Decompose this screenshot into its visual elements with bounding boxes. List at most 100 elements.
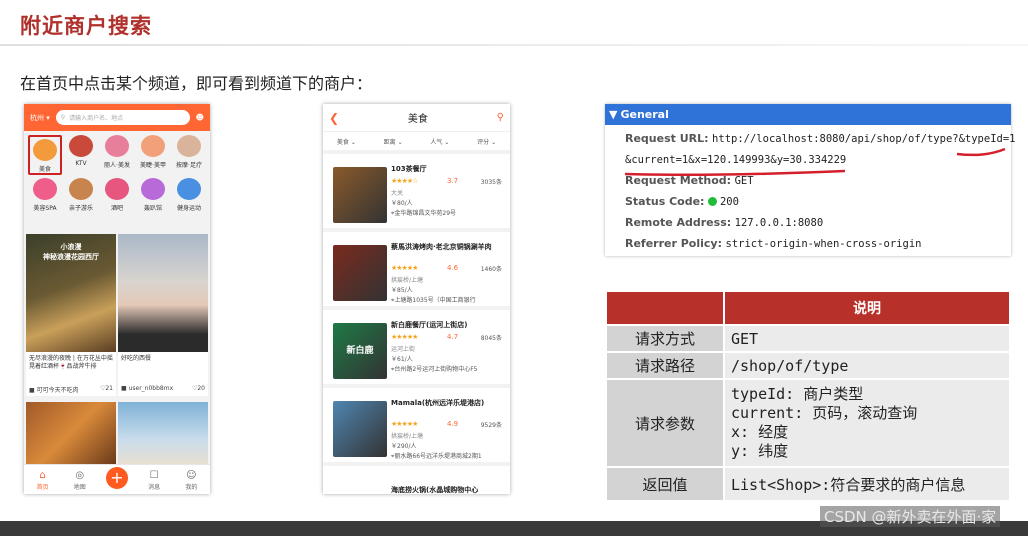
channel-label: 丽人·美发 xyxy=(104,162,130,169)
rating-stars-icon: ★★★★☆ xyxy=(391,177,418,185)
general-row-value: strict-origin-when-cross-origin xyxy=(725,238,922,250)
feed-card-author: 可可今天不吃肉 xyxy=(36,387,79,394)
shop-rating: 3.7 xyxy=(447,177,459,185)
message-icon: ☐ xyxy=(149,470,159,481)
city-label: 杭州 xyxy=(30,113,44,122)
slide: 附近商户搜索 在首页中点击某个频道，即可看到频道下的商户： 杭州 ▾ ⚲ 请输入… xyxy=(0,0,1028,536)
tab-label: 消息 xyxy=(148,484,161,491)
tab-message[interactable]: ☐ 消息 xyxy=(139,470,169,491)
feed-card[interactable]: 好吃的西餐 ■ user_n0bb8mx ♡20 xyxy=(118,234,208,396)
phone-shop-list-screen: ❮ 美食 ⚲ 美食 ⌄ 距离 ⌄ 人气 ⌄ 评分 ⌄ 103茶餐厅 ★★★★☆ 3.7 30… xyxy=(323,104,510,494)
shop-rating: 4.6 xyxy=(447,264,459,272)
shop-image xyxy=(333,167,387,223)
user-icon[interactable]: ☻ xyxy=(196,113,204,122)
api-spec-table: 说明 请求方式 GET 请求路径 /shop/of/type 请求参数 type… xyxy=(605,290,1011,502)
tab-plus[interactable]: + xyxy=(102,467,132,491)
channel-7[interactable]: 酒吧 xyxy=(100,178,134,212)
back-arrow-icon[interactable]: ❮ xyxy=(329,111,339,125)
feed-card[interactable] xyxy=(118,402,208,464)
general-row: &current=1&x=120.149993&y=30.334229 xyxy=(625,153,846,166)
feed-card[interactable] xyxy=(26,402,116,464)
search-icon[interactable]: ⚲ xyxy=(497,112,504,123)
filter-3[interactable]: 评分 ⌄ xyxy=(477,137,496,146)
shop-image: 新白鹿 xyxy=(333,323,387,379)
filter-1[interactable]: 距离 ⌄ xyxy=(384,137,403,146)
channel-icon xyxy=(33,178,57,200)
filter-2[interactable]: 人气 ⌄ xyxy=(430,137,449,146)
row-label-params: 请求参数 xyxy=(605,378,725,468)
param-typeId: typeId: 商户类型 xyxy=(731,385,864,403)
avatar: ■ xyxy=(29,387,35,394)
channel-icon xyxy=(177,178,201,200)
channel-2[interactable]: 丽人·美发 xyxy=(100,135,134,169)
row-label-path: 请求路径 xyxy=(605,351,725,380)
shop-rating: 4.7 xyxy=(447,333,459,341)
shop-price: ￥80/人 xyxy=(391,200,413,207)
channel-4[interactable]: 按摩·足疗 xyxy=(172,135,206,169)
channel-label: 美容SPA xyxy=(33,205,57,212)
shop-item[interactable]: Mamala(杭州远洋乐堤港店) ★★★★★ 4.9 9529条 拱宸桥/上塘 ￥290/… xyxy=(323,392,510,466)
shop-item[interactable]: 蔡馬洪涛烤肉·老北京铜锅涮羊肉 ★★★★★ 4.6 1460条 拱宸桥/上塘 ￥85/人 ⌖… xyxy=(323,236,510,310)
shop-area: 大关 xyxy=(391,190,404,197)
channel-1[interactable]: KTV xyxy=(64,135,98,167)
shop-address-text: 金华路锦昌文华苑29号 xyxy=(394,210,457,217)
profile-icon: ☺ xyxy=(186,470,197,481)
feed-card-likes: 21 xyxy=(105,385,113,392)
channel-icon xyxy=(105,135,129,157)
home-top-bar: 杭州 ▾ ⚲ 请输入商户名、地点 ☻ xyxy=(24,104,210,131)
tab-map[interactable]: ◎ 地图 xyxy=(65,470,95,491)
channel-8[interactable]: 轰趴馆 xyxy=(136,178,170,212)
channel-label: 亲子游乐 xyxy=(68,205,93,212)
general-row-value: http://localhost:8080/api/shop/of/type?&… xyxy=(712,133,1016,145)
shop-address-text: 丽水路66号远洋乐堤港商城2期1 xyxy=(394,453,482,460)
shop-name: 蔡馬洪涛烤肉·老北京铜锅涮羊肉 xyxy=(391,243,492,251)
feed-card[interactable]: 小浪漫 神秘浪漫花园西厅 无尽浪漫的夜晚 | 在万花丛中摇晃着红酒杯🍷品战斧牛排… xyxy=(26,234,116,396)
shop-rating: 4.9 xyxy=(447,420,459,428)
avatar: ■ xyxy=(121,385,127,392)
devtools-general-panel: ▼ General Request URL: http://localhost:8… xyxy=(605,104,1015,256)
rating-stars-icon: ★★★★★ xyxy=(391,264,418,272)
shop-area: 拱宸桥/上塘 xyxy=(391,433,424,440)
table-header-blank xyxy=(605,290,725,326)
shop-name: 103茶餐厅 xyxy=(391,165,427,173)
tab-profile[interactable]: ☺ 我的 xyxy=(176,470,206,491)
intro-text: 在首页中点击某个频道，即可看到频道下的商户： xyxy=(20,74,373,93)
search-input[interactable]: ⚲ 请输入商户名、地点 xyxy=(55,110,190,125)
channel-3[interactable]: 美睫·美甲 xyxy=(136,135,170,169)
shop-item[interactable]: 103茶餐厅 ★★★★☆ 3.7 3035条 大关 ￥80/人 ⌖金华路锦昌文华苑29号 xyxy=(323,158,510,232)
city-selector[interactable]: 杭州 ▾ xyxy=(30,113,50,123)
shop-area: 拱宸桥/上塘 xyxy=(391,277,424,284)
channel-0[interactable]: 美食 xyxy=(28,135,62,175)
feed-card-title: 无尽浪漫的夜晚 | 在万花丛中摇晃着红酒杯🍷品战斧牛排 xyxy=(29,355,113,370)
channel-icon xyxy=(177,135,201,157)
feed-card-image xyxy=(26,402,116,464)
shop-area: 运河上街 xyxy=(391,346,416,353)
channel-6[interactable]: 亲子游乐 xyxy=(64,178,98,212)
chevron-down-icon: ⌄ xyxy=(348,138,356,146)
channel-5[interactable]: 美容SPA xyxy=(28,178,62,212)
tab-label: 首页 xyxy=(36,484,49,491)
shop-logo-text: 新白鹿 xyxy=(346,346,374,356)
general-row: Referrer Policy: strict-origin-when-cros… xyxy=(625,237,921,250)
feed-card-image: 小浪漫 神秘浪漫花园西厅 xyxy=(26,234,116,352)
filter-bar: 美食 ⌄ 距离 ⌄ 人气 ⌄ 评分 ⌄ xyxy=(323,132,510,154)
general-row-label: Status Code: xyxy=(625,195,705,208)
tab-home[interactable]: ⌂ 首页 xyxy=(28,470,58,491)
channel-9[interactable]: 健身运动 xyxy=(172,178,206,212)
search-placeholder: 请输入商户名、地点 xyxy=(69,115,124,122)
general-row-value: &current=1&x=120.149993&y=30.334229 xyxy=(625,154,847,166)
feed-card-author: user_n0bb8mx xyxy=(128,385,174,392)
row-value-return: List<Shop>:符合要求的商户信息 xyxy=(723,466,1011,502)
feed-card-likes: 20 xyxy=(197,385,205,392)
general-header[interactable]: ▼ General xyxy=(605,104,1011,125)
filter-0[interactable]: 美食 ⌄ xyxy=(337,137,356,146)
general-row-value: 200 xyxy=(719,196,739,208)
shop-name-partial: 海底捞火锅(水晶城购物中心 xyxy=(391,486,479,494)
shop-name: 新白鹿餐厅(运河上街店) xyxy=(391,321,468,329)
shop-image xyxy=(333,245,387,301)
search-icon: ⚲ xyxy=(60,114,66,121)
filter-label: 人气 xyxy=(430,138,443,146)
shop-item[interactable]: 新白鹿 新白鹿餐厅(运河上街店) ★★★★★ 4.7 8045条 运河上街 ￥61/人 ⌖台州… xyxy=(323,314,510,388)
rating-stars-icon: ★★★★★ xyxy=(391,333,418,341)
shop-image xyxy=(333,401,387,457)
